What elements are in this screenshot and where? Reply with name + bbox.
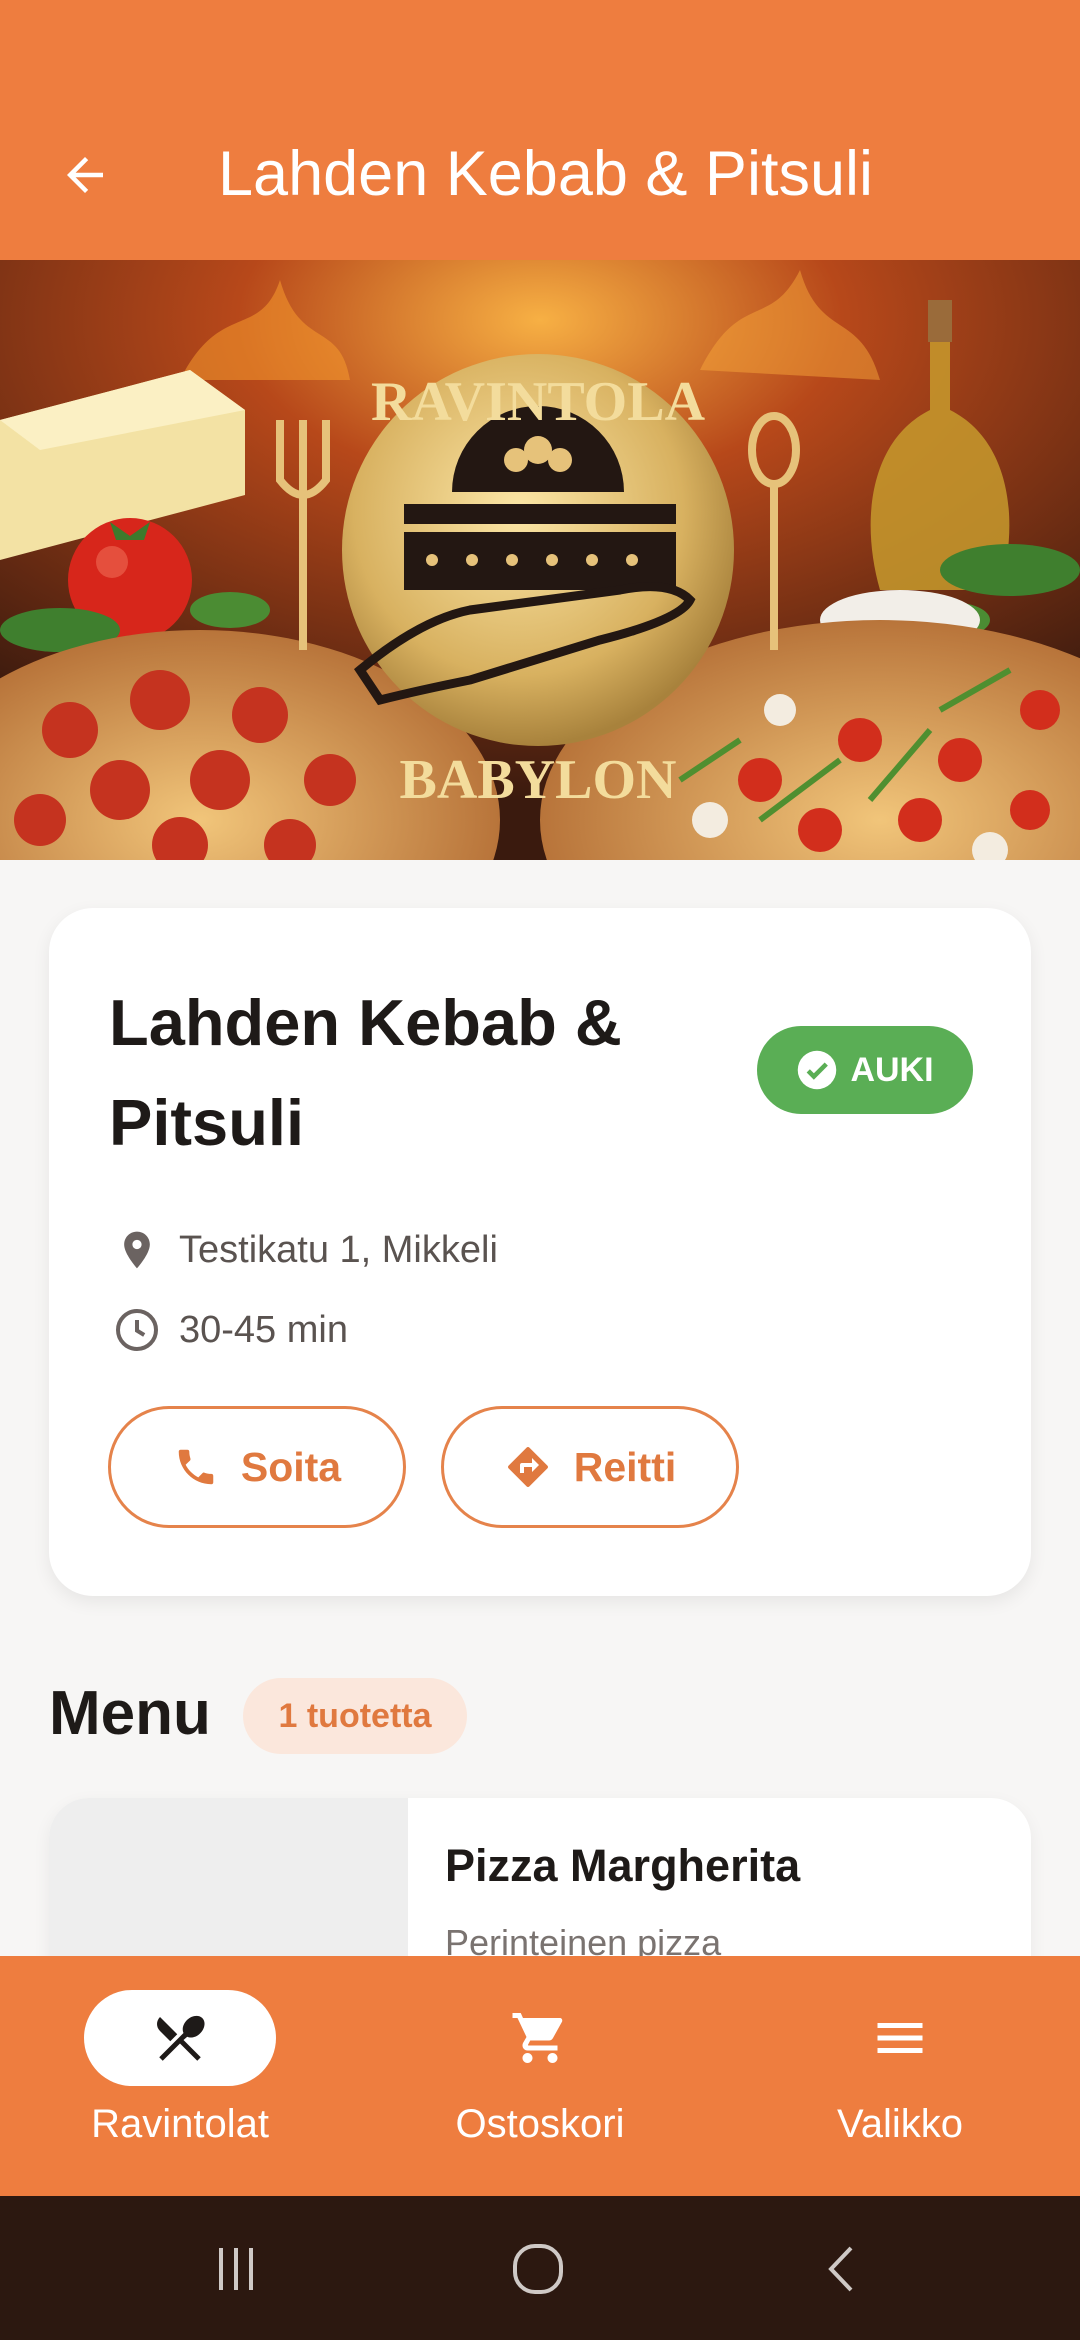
menu-icon	[877, 2023, 923, 2053]
restaurant-name: Lahden Kebab & Pitsuli	[109, 986, 622, 1159]
restaurant-banner-image: RAVINTOLA BABYLON	[0, 260, 1080, 860]
menu-heading: Menu	[49, 1679, 211, 1748]
call-button[interactable]: Soita	[108, 1406, 406, 1528]
nav-item-ostoskori[interactable]: Ostoskori	[400, 1990, 680, 2170]
status-badge: AUKI	[757, 1026, 973, 1114]
nav-item-ravintolat[interactable]: Ravintolat	[40, 1990, 320, 2170]
page-title: Lahden Kebab & Pitsuli	[218, 139, 873, 209]
cart-icon	[512, 2013, 563, 2063]
restaurant-info-card: Lahden Kebab & Pitsuli AUKI Testikatu 1,…	[49, 908, 1031, 1596]
nav-label: Ostoskori	[455, 2102, 625, 2146]
nav-label: Valikko	[837, 2102, 963, 2146]
address-row: Testikatu 1, Mikkeli	[109, 1222, 498, 1278]
route-label: Reitti	[573, 1443, 677, 1490]
nav-item-valikko[interactable]: Valikko	[760, 1990, 1040, 2170]
back-button[interactable]	[40, 135, 130, 215]
arrow-back-icon	[67, 157, 103, 193]
menu-count-badge: 1 tuotetta	[243, 1678, 467, 1754]
home-circle-icon	[513, 2244, 563, 2294]
system-navigation-bar	[0, 2196, 1080, 2340]
nav-icon-wrapper	[444, 1990, 636, 2086]
bottom-navigation: Ravintolat Ostoskori Valikko	[0, 1956, 1080, 2196]
recent-apps-button[interactable]	[196, 2234, 276, 2304]
clock-icon	[109, 1302, 165, 1358]
restaurant-icon	[157, 2015, 205, 2061]
system-back-button[interactable]	[802, 2234, 882, 2304]
menu-item-name: Pizza Margherita	[445, 1840, 801, 1891]
logo-top-text: RAVINTOLA	[371, 371, 706, 433]
route-button[interactable]: Reitti	[441, 1406, 739, 1528]
directions-icon	[507, 1447, 548, 1487]
logo-bottom-text: BABYLON	[400, 749, 677, 811]
status-label: AUKI	[850, 1050, 934, 1089]
chevron-left-icon	[828, 2246, 853, 2292]
recent-apps-icon	[219, 2248, 253, 2290]
nav-label: Ravintolat	[91, 2102, 269, 2146]
nav-icon-wrapper	[804, 1990, 996, 2086]
call-label: Soita	[240, 1443, 342, 1490]
phone-icon	[178, 1449, 214, 1485]
delivery-time-row: 30-45 min	[109, 1302, 348, 1358]
location-pin-icon	[109, 1222, 165, 1278]
app-bar: Lahden Kebab & Pitsuli	[0, 0, 1080, 260]
home-button[interactable]	[498, 2234, 578, 2304]
check-circle-icon	[798, 1050, 837, 1090]
nav-active-indicator	[84, 1990, 276, 2086]
delivery-time-text: 30-45 min	[179, 1308, 348, 1351]
address-text: Testikatu 1, Mikkeli	[179, 1228, 498, 1271]
